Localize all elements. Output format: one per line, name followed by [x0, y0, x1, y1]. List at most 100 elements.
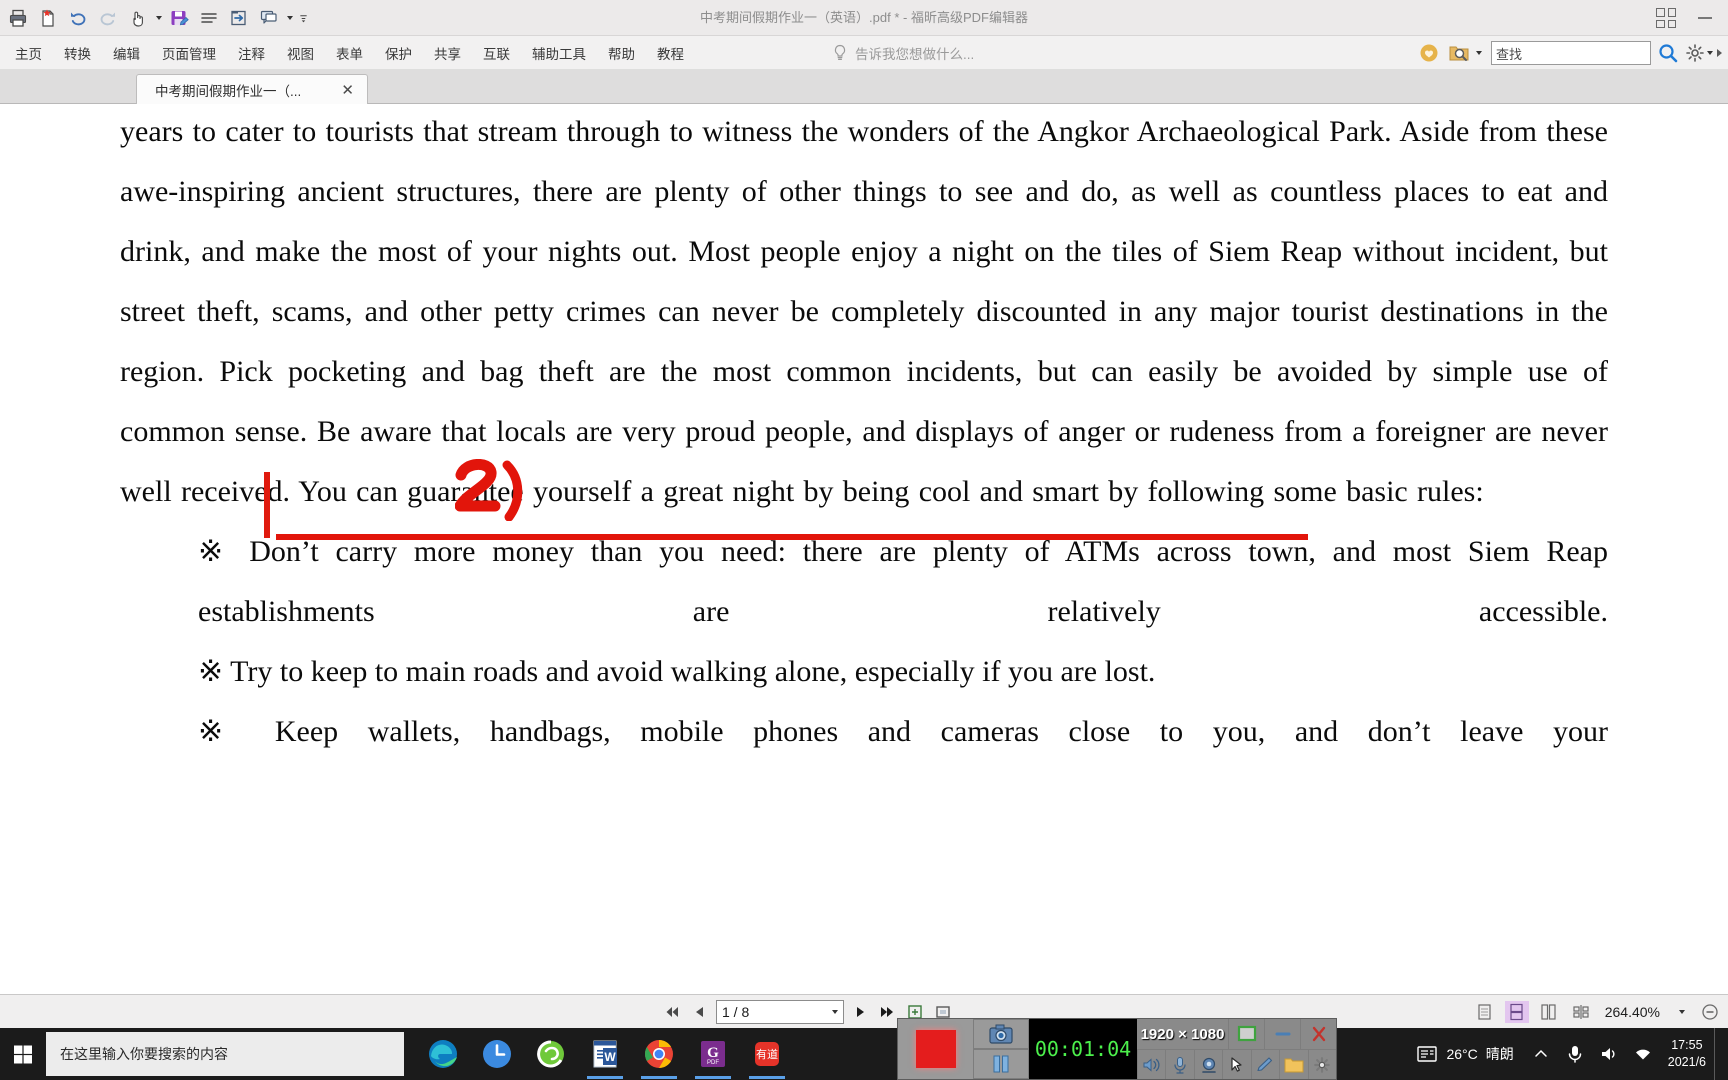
- svg-text:W: W: [604, 1050, 616, 1064]
- print-icon[interactable]: [4, 4, 32, 32]
- tell-me-label: 告诉我您想做什么...: [855, 47, 975, 62]
- pause-icon[interactable]: [973, 1049, 1029, 1079]
- clock-date: 2021/6: [1667, 1055, 1706, 1069]
- next-page-icon[interactable]: [854, 1004, 868, 1020]
- browser-360-icon[interactable]: [524, 1028, 578, 1080]
- system-tray: 26°C 晴朗 17:55 2021/6: [1406, 1028, 1728, 1080]
- svg-text:G: G: [707, 1045, 719, 1061]
- find-input[interactable]: 查找: [1491, 41, 1651, 65]
- menu-item-view[interactable]: 视图: [276, 38, 325, 68]
- first-page-icon[interactable]: [664, 1004, 682, 1020]
- pencil-icon[interactable]: [1250, 1049, 1280, 1079]
- menu-item-tutorial[interactable]: 教程: [646, 38, 695, 68]
- save-as-icon[interactable]: [165, 4, 193, 32]
- undo-icon[interactable]: [64, 4, 92, 32]
- show-desktop-button[interactable]: [1714, 1028, 1722, 1080]
- menu-item-edit[interactable]: 编辑: [102, 38, 151, 68]
- gear-icon: [1686, 44, 1704, 62]
- lightbulb-icon: [834, 44, 846, 60]
- find-button[interactable]: [1655, 41, 1681, 65]
- close-icon[interactable]: ✕: [338, 81, 357, 99]
- split-view-icon[interactable]: [1569, 1001, 1593, 1023]
- restore-grid-icon: [1656, 8, 1676, 28]
- new-document-icon[interactable]: [34, 4, 62, 32]
- document-tab[interactable]: 中考期间假期作业一（... ✕: [136, 74, 368, 104]
- minimize-icon: [1698, 17, 1712, 19]
- chevron-down-icon[interactable]: [1672, 1002, 1692, 1022]
- recorder-minimize-button[interactable]: [1264, 1019, 1300, 1049]
- document-tab-label: 中考期间假期作业一（...: [155, 83, 302, 99]
- shield-heart-icon[interactable]: [1416, 40, 1442, 66]
- network-icon[interactable]: [1626, 1028, 1660, 1080]
- continuous-view-icon[interactable]: [1504, 1001, 1529, 1023]
- menu-item-share[interactable]: 共享: [423, 38, 472, 68]
- menu-item-convert[interactable]: 转换: [53, 38, 102, 68]
- clock-app-icon[interactable]: [470, 1028, 524, 1080]
- word-icon[interactable]: W: [578, 1028, 632, 1080]
- menu-item-help[interactable]: 帮助: [597, 38, 646, 68]
- chrome-icon[interactable]: [632, 1028, 686, 1080]
- last-page-icon[interactable]: [878, 1004, 896, 1020]
- comment-icon[interactable]: [255, 4, 283, 32]
- export-icon[interactable]: [225, 4, 253, 32]
- text-lines-icon[interactable]: [195, 4, 223, 32]
- document-tab-strip: 中考期间假期作业一（... ✕: [0, 70, 1728, 104]
- chevron-up-icon[interactable]: [1524, 1028, 1558, 1080]
- menu-item-comment[interactable]: 注释: [227, 38, 276, 68]
- hand-tool-dropdown-icon[interactable]: [154, 4, 163, 32]
- restore-window-button[interactable]: [1656, 0, 1676, 36]
- menu-item-form[interactable]: 表单: [325, 38, 374, 68]
- menu-item-protect[interactable]: 保护: [374, 38, 423, 68]
- folder-search-dropdown-icon[interactable]: [1476, 51, 1482, 55]
- pdf-page: A Affectionately known as Temple Town, S…: [0, 104, 1728, 762]
- webcam-icon[interactable]: [1193, 1049, 1223, 1079]
- folder-icon[interactable]: [1279, 1049, 1308, 1079]
- redo-icon[interactable]: [94, 4, 122, 32]
- find-placeholder-text: 查找: [1496, 46, 1523, 62]
- screen-recorder-widget[interactable]: 00:01:04 1920 × 1080: [897, 1018, 1337, 1080]
- volume-icon[interactable]: [1592, 1028, 1626, 1080]
- stop-record-icon[interactable]: [915, 1030, 956, 1068]
- speaker-icon[interactable]: [1137, 1049, 1166, 1079]
- comment-dropdown-icon[interactable]: [285, 4, 294, 32]
- news-weather-icon: [1417, 1046, 1438, 1062]
- screenshot-icon[interactable]: [973, 1019, 1029, 1049]
- hand-tool-icon[interactable]: [124, 4, 152, 32]
- recorder-close-button[interactable]: [1300, 1019, 1336, 1049]
- windows-start-icon[interactable]: [0, 1028, 46, 1080]
- menu-item-accessibility[interactable]: 辅助工具: [521, 38, 597, 68]
- cursor-icon[interactable]: [1222, 1049, 1251, 1079]
- menu-item-pages[interactable]: 页面管理: [151, 38, 227, 68]
- foxit-pdf-icon[interactable]: G PDF: [686, 1028, 740, 1080]
- menu-item-home[interactable]: 主页: [4, 38, 53, 68]
- title-bar: 中考期间假期作业一（英语）.pdf * - 福昕高级PDF编辑器: [0, 0, 1728, 36]
- prev-page-icon[interactable]: [692, 1004, 706, 1020]
- expand-right-icon[interactable]: [1717, 49, 1722, 57]
- taskbar-search-input[interactable]: 在这里输入你要搜索的内容: [46, 1032, 404, 1076]
- paragraph-text: Affectionately known as Temple Town, Sie…: [120, 115, 1608, 508]
- single-page-view-icon[interactable]: [1473, 1001, 1497, 1023]
- minimize-window-button[interactable]: [1694, 0, 1716, 36]
- tell-me-search[interactable]: 告诉我您想做什么...: [832, 36, 974, 70]
- microphone-icon[interactable]: [1558, 1028, 1592, 1080]
- chevron-down-icon[interactable]: [832, 1010, 838, 1014]
- document-view[interactable]: A Affectionately known as Temple Town, S…: [0, 104, 1728, 994]
- weather-widget[interactable]: 26°C 晴朗: [1406, 1044, 1523, 1064]
- menu-item-connect[interactable]: 互联: [472, 38, 521, 68]
- taskbar: 在这里输入你要搜索的内容 W G PDF 有道 26°C 晴朗 17:55 20…: [0, 1028, 1728, 1080]
- folder-search-icon[interactable]: [1446, 40, 1472, 66]
- page-number-input[interactable]: 1 / 8: [716, 1000, 844, 1024]
- taskbar-clock[interactable]: 17:55 2021/6: [1660, 1037, 1714, 1071]
- edge-icon[interactable]: [416, 1028, 470, 1080]
- facing-view-icon[interactable]: [1537, 1001, 1561, 1023]
- zoom-out-icon[interactable]: [1700, 1002, 1720, 1022]
- document-bullet-2: ※ Try to keep to main roads and avoid wa…: [198, 655, 1156, 688]
- microphone-icon[interactable]: [1165, 1049, 1194, 1079]
- recorder-stop-area[interactable]: [898, 1019, 973, 1079]
- settings-button[interactable]: [1685, 43, 1713, 63]
- menu-right-tools: 查找: [1416, 36, 1722, 70]
- youdao-icon[interactable]: 有道: [740, 1028, 794, 1080]
- gear-icon[interactable]: [1307, 1049, 1336, 1079]
- qat-more-icon[interactable]: [299, 4, 308, 32]
- region-select-icon[interactable]: [1228, 1019, 1264, 1049]
